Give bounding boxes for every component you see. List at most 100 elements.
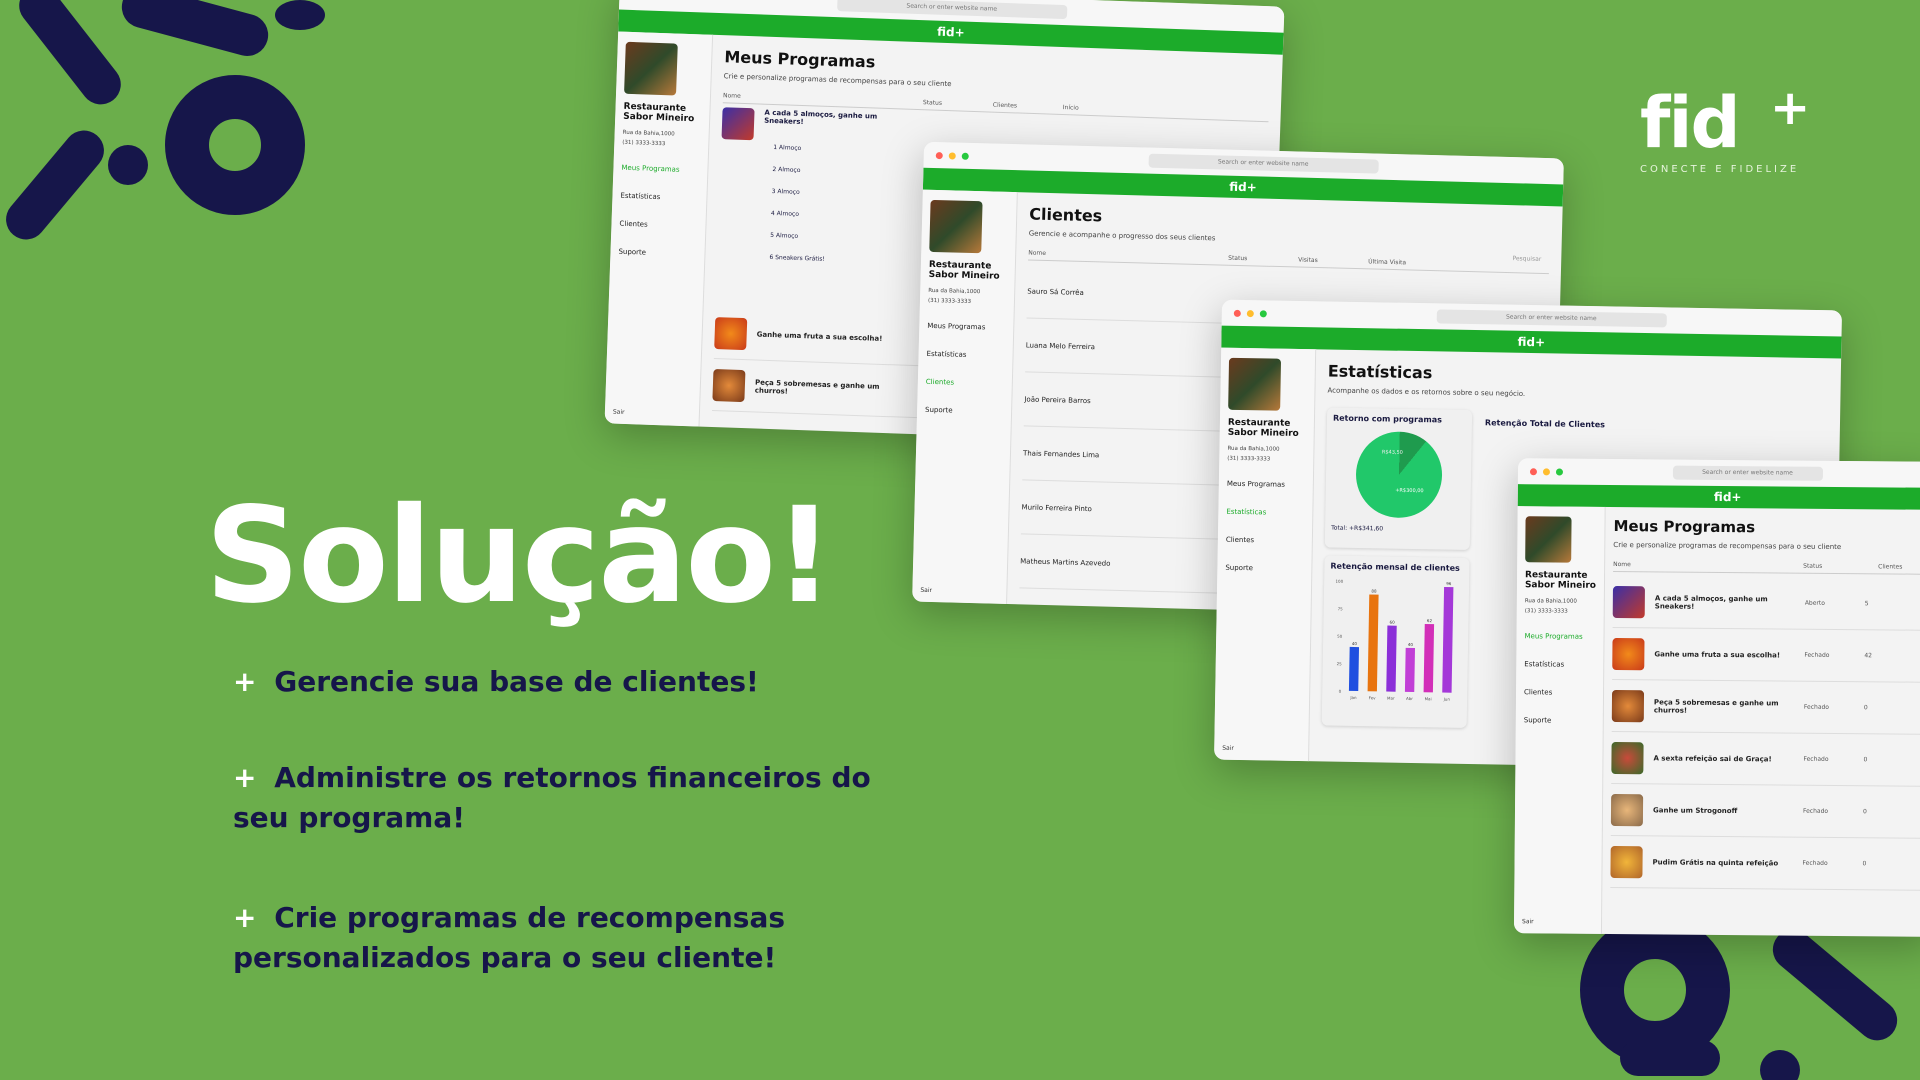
restaurant-photo (624, 41, 678, 96)
client-name: Luana Melo Ferreira (1025, 340, 1096, 351)
program-thumb (1611, 689, 1645, 722)
nav-support[interactable]: Suporte (1524, 716, 1595, 725)
restaurant-address: Rua da Bahia,1000 (1227, 445, 1280, 453)
program-name: A cada 5 almoços, ganhe um Sneakers! (1654, 593, 1768, 611)
exit-button[interactable]: Sair (1522, 918, 1534, 925)
program-name: Ganhe uma fruta a sua escolha! (756, 330, 883, 343)
address-bar[interactable]: Search or enter website name (1148, 153, 1379, 174)
nav-clients[interactable]: Clientes (1524, 688, 1595, 697)
nav-clients[interactable]: Clientes (926, 378, 1004, 388)
table-row[interactable]: Ganhe um Strogonoff Fechado 0 (1610, 784, 1920, 839)
client-name: Matheus Martins Azevedo (1020, 556, 1111, 568)
col-name: Nome (1613, 561, 1631, 569)
restaurant-name: Restaurante Sabor Mineiro (928, 259, 1000, 282)
program-status: Fechado (1804, 651, 1830, 659)
deco-pill (0, 122, 113, 248)
minimize-icon[interactable] (1246, 309, 1254, 317)
bar-value-label: 96 (1446, 581, 1452, 586)
plus-icon: + (233, 665, 257, 698)
program-name: Ganhe uma fruta a sua escolha! (1654, 649, 1781, 659)
table-row[interactable]: Peça 5 sobremesas e ganhe um churros! Fe… (1611, 680, 1920, 735)
program-status: Fechado (1802, 859, 1828, 867)
close-icon[interactable] (935, 151, 943, 159)
x-tick-label: Jun (1443, 697, 1451, 702)
minimize-icon[interactable] (948, 151, 956, 160)
page-subtitle: Crie e personalize programas de recompen… (1613, 541, 1842, 551)
program-name: A sexta refeição sai de Graça! (1653, 753, 1772, 763)
restaurant-address: Rua da Bahia,1000 (928, 287, 981, 296)
table-row[interactable]: Ganhe uma fruta a sua escolha! Fechado 4… (1612, 628, 1920, 683)
restaurant-photo (1525, 516, 1572, 563)
bar-value-label: 40 (1408, 642, 1414, 647)
program-clients: 0 (1862, 860, 1867, 868)
program-steps: 1 Almoço 2 Almoço 3 Almoço 4 Almoço 5 Al… (769, 137, 894, 273)
exit-button[interactable]: Sair (920, 587, 932, 594)
nav-support[interactable]: Suporte (618, 248, 696, 259)
nav-clients[interactable]: Clientes (619, 220, 697, 231)
table-row[interactable]: Pudim Grátis na quinta refeição Fechado … (1610, 835, 1920, 891)
client-name: Sauro Sá Corrêa (1027, 286, 1084, 297)
bar (1386, 625, 1397, 692)
maximize-icon[interactable] (961, 152, 969, 160)
bullet-text: Gerencie sua base de clientes! (274, 665, 759, 698)
nav-stats[interactable]: Estatísticas (1524, 660, 1595, 669)
x-tick-label: Mar (1387, 696, 1395, 701)
nav-stats[interactable]: Estatísticas (1226, 508, 1304, 517)
col-clients: Clientes (992, 101, 1018, 110)
restaurant-phone: (31) 3333-3333 (927, 297, 972, 305)
restaurant-name: Restaurante Sabor Mineiro (1524, 570, 1597, 591)
page-title: Estatísticas (1327, 361, 1433, 383)
program-clients: 0 (1862, 808, 1867, 816)
program-thumb (1612, 637, 1645, 670)
minimize-icon[interactable] (1542, 467, 1550, 475)
nav-stats[interactable]: Estatísticas (926, 350, 1004, 360)
deco-dot (275, 0, 325, 30)
exit-button[interactable]: Sair (613, 409, 625, 416)
maximize-icon[interactable] (1259, 309, 1267, 317)
slide: fid + CONECTE E FIDELIZE Solução! + Gere… (0, 0, 1920, 1080)
return-title: Retorno com programas (1332, 413, 1442, 425)
address-bar[interactable]: Search or enter website name (1436, 309, 1667, 328)
pie-chart: R$43,50 +R$300,00 (1354, 430, 1443, 519)
x-tick-label: Abr (1406, 696, 1413, 701)
nav-programs[interactable]: Meus Programas (621, 164, 699, 175)
pie-label: R$43,50 (1381, 449, 1403, 456)
bar-value-label: 40 (1352, 641, 1358, 646)
program-name: A cada 5 almoços, ganhe um Sneakers! (764, 108, 878, 127)
y-tick-label: 100 (1335, 579, 1343, 584)
bar (1404, 647, 1416, 693)
y-tick-label: 0 (1339, 689, 1342, 694)
sidebar: Restaurante Sabor Mineiro Rua da Bahia,1… (912, 189, 1018, 605)
col-last-visit: Última Visita (1368, 258, 1407, 267)
table-row[interactable]: A sexta refeição sai de Graça! Fechado 0 (1611, 732, 1920, 787)
program-name: Peça 5 sobremesas e ganhe um churros! (754, 377, 880, 396)
nav-programs[interactable]: Meus Programas (1227, 480, 1305, 489)
close-icon[interactable] (1233, 309, 1241, 317)
maximize-icon[interactable] (1555, 468, 1563, 476)
client-name: João Pereira Barros (1024, 394, 1091, 405)
y-tick-label: 50 (1337, 634, 1343, 639)
step: 6 Sneakers Grátis! (769, 253, 826, 263)
program-thumb (1612, 585, 1645, 618)
exit-button[interactable]: Sair (1222, 745, 1234, 752)
nav-stats[interactable]: Estatísticas (620, 192, 698, 203)
address-bar[interactable]: Search or enter website name (836, 0, 1067, 20)
close-icon[interactable] (1529, 467, 1537, 475)
bullet-text: Administre os retornos financeiros do se… (233, 761, 871, 834)
nav-programs[interactable]: Meus Programas (927, 322, 1005, 332)
search-input[interactable]: Pesquisar (1512, 255, 1541, 263)
y-tick-label: 75 (1338, 606, 1344, 611)
nav-clients[interactable]: Clientes (1226, 536, 1304, 545)
nav-programs[interactable]: Meus Programas (1524, 632, 1595, 641)
program-status: Fechado (1802, 807, 1829, 815)
nav-support[interactable]: Suporte (1225, 564, 1303, 573)
program-thumb (712, 368, 746, 402)
bar-value-label: 62 (1427, 618, 1433, 623)
table-row[interactable]: A cada 5 almoços, ganhe um Sneakers! Abe… (1612, 576, 1920, 631)
deco-pill (117, 0, 273, 61)
deco-dot (1760, 1050, 1800, 1080)
address-bar[interactable]: Search or enter website name (1672, 465, 1823, 481)
program-thumb (714, 316, 748, 350)
nav-support[interactable]: Suporte (925, 406, 1003, 416)
bullet-1: + Gerencie sua base de clientes! (233, 662, 893, 702)
